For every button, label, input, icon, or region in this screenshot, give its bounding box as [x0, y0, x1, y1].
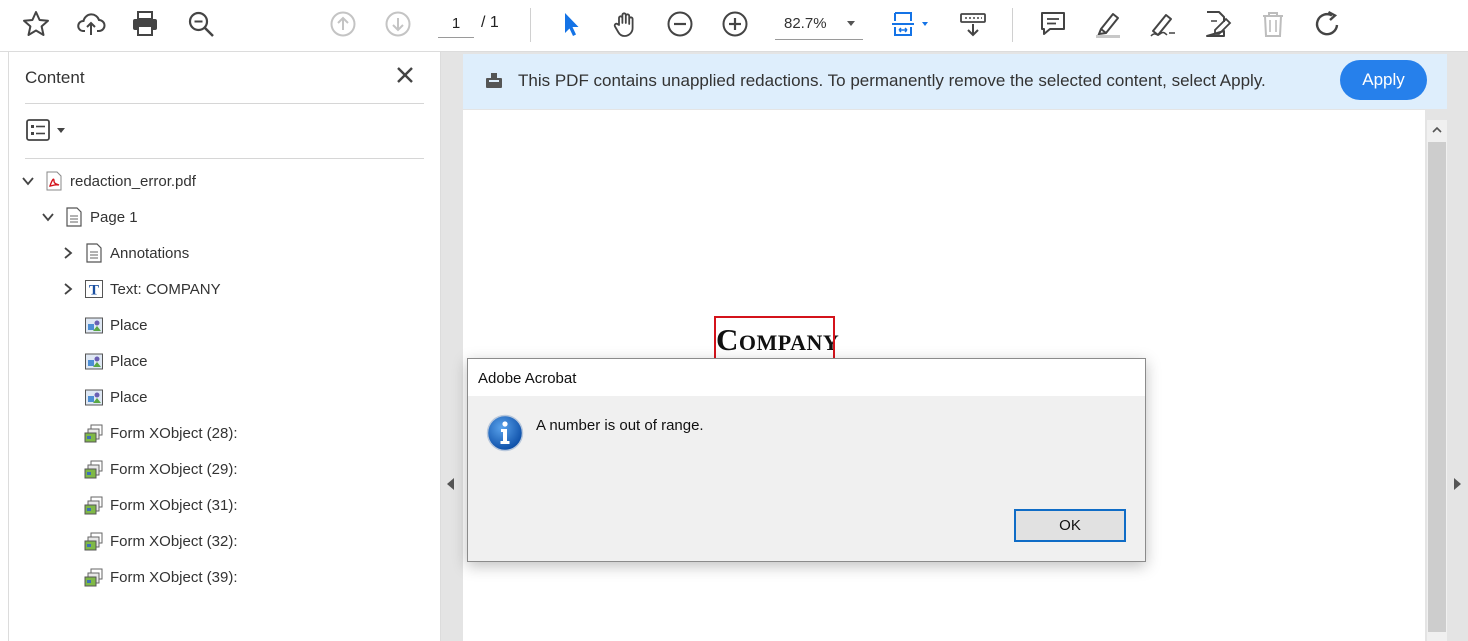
previous-page-icon[interactable] [325, 6, 361, 42]
tree-item-label: Form XObject (28): [110, 424, 238, 442]
rotate-clockwise-icon[interactable] [1310, 6, 1346, 42]
zoom-level-dropdown[interactable]: 82.7% [775, 10, 863, 40]
panel-options-button[interactable] [25, 118, 73, 144]
sign-pen-icon[interactable] [1144, 6, 1180, 42]
tree-item-label: Text: COMPANY [110, 280, 221, 298]
close-icon[interactable] [394, 64, 416, 86]
panel-divider [25, 103, 424, 104]
info-icon [486, 414, 524, 452]
pdf-file-icon [44, 171, 64, 191]
tree-item-page[interactable]: Page 1 [40, 205, 138, 229]
form-xobject-icon [84, 495, 104, 515]
tree-item-annotations[interactable]: Annotations [60, 241, 189, 265]
dialog-titlebar[interactable]: Adobe Acrobat [468, 359, 1145, 396]
tree-item-place[interactable]: Place [60, 313, 148, 337]
image-object-icon [84, 387, 104, 407]
next-page-icon[interactable] [380, 6, 416, 42]
zoom-level-value: 82.7% [784, 15, 827, 32]
svg-text:T: T [89, 283, 99, 299]
page-icon [64, 207, 84, 227]
keyboard-scroll-icon[interactable] [955, 6, 991, 42]
panel-title: Content [25, 68, 85, 87]
zoom-search-icon[interactable] [183, 6, 219, 42]
upload-cloud-icon[interactable] [73, 6, 109, 42]
toolbar-divider [1012, 8, 1013, 42]
edit-pdf-icon[interactable] [1199, 6, 1235, 42]
collapse-left-panel-icon[interactable] [447, 478, 454, 490]
comment-icon[interactable] [1035, 6, 1071, 42]
hand-tool-icon[interactable] [607, 6, 643, 42]
tree-item-label: Place [110, 352, 148, 370]
tree-item-label: Page 1 [90, 208, 138, 226]
chevron-right-icon[interactable] [60, 245, 76, 261]
panel-divider [25, 158, 424, 159]
annotations-icon [84, 243, 104, 263]
delete-trash-icon[interactable] [1255, 6, 1291, 42]
panel-edge-divider [8, 52, 9, 641]
tree-item-label: Annotations [110, 244, 190, 262]
scroll-thumb[interactable] [1428, 142, 1446, 632]
vertical-scrollbar[interactable] [1427, 120, 1447, 641]
zoom-in-icon[interactable] [717, 6, 753, 42]
main-toolbar: / 1 82.7% [0, 0, 1468, 52]
fit-page-icon[interactable] [885, 6, 933, 42]
chevron-down-icon [847, 21, 855, 26]
highlighter-icon[interactable] [1090, 6, 1126, 42]
tree-item-form-xobject[interactable]: Form XObject (31): [60, 493, 238, 517]
bookmark-star-icon[interactable] [18, 6, 54, 42]
error-dialog: Adobe Acrobat A number is out of range. … [467, 358, 1146, 562]
form-xobject-icon [84, 567, 104, 587]
tree-item-label: Form XObject (29): [110, 460, 238, 478]
chevron-right-icon[interactable] [60, 281, 76, 297]
page-number-input[interactable] [438, 10, 474, 38]
redact-tool-icon [484, 71, 504, 91]
form-xobject-icon [84, 531, 104, 551]
text-object-icon: T [84, 279, 104, 299]
tree-item-label: Place [110, 316, 148, 334]
print-icon[interactable] [127, 6, 163, 42]
form-xobject-icon [84, 459, 104, 479]
tree-item-label: Form XObject (31): [110, 496, 238, 514]
tree-item-file[interactable]: redaction_error.pdf [20, 169, 196, 193]
page-total: / 1 [481, 14, 499, 31]
dialog-message: A number is out of range. [536, 417, 704, 434]
image-object-icon [84, 351, 104, 371]
expand-right-panel-icon[interactable] [1454, 478, 1461, 490]
tree-item-form-xobject[interactable]: Form XObject (28): [60, 421, 238, 445]
toolbar-divider [530, 8, 531, 42]
tree-item-label: Form XObject (39): [110, 568, 238, 586]
image-object-icon [84, 315, 104, 335]
redaction-notice-bar: This PDF contains unapplied redactions. … [463, 54, 1447, 109]
dialog-title: Adobe Acrobat [478, 370, 577, 387]
notice-message: This PDF contains unapplied redactions. … [518, 71, 1266, 90]
tree-item-label: Place [110, 388, 148, 406]
tree-item-form-xobject[interactable]: Form XObject (39): [60, 565, 238, 589]
tree-item-text-object[interactable]: T Text: COMPANY [60, 277, 221, 301]
content-panel: Content redaction_error.pdf Page 1 Annot… [0, 52, 441, 641]
chevron-down-icon[interactable] [40, 209, 56, 225]
form-xobject-icon [84, 423, 104, 443]
tree-item-place[interactable]: Place [60, 385, 148, 409]
chevron-down-icon[interactable] [20, 173, 36, 189]
scroll-up-icon[interactable] [1427, 120, 1447, 140]
tree-item-label: Form XObject (32): [110, 532, 238, 550]
tree-item-form-xobject[interactable]: Form XObject (32): [60, 529, 238, 553]
tree-item-label: redaction_error.pdf [70, 172, 196, 190]
ok-button[interactable]: OK [1014, 509, 1126, 542]
tree-item-place[interactable]: Place [60, 349, 148, 373]
redaction-mark[interactable] [714, 316, 835, 362]
select-tool-icon[interactable] [553, 6, 589, 42]
apply-button[interactable]: Apply [1340, 60, 1427, 100]
zoom-out-icon[interactable] [662, 6, 698, 42]
tree-item-form-xobject[interactable]: Form XObject (29): [60, 457, 238, 481]
